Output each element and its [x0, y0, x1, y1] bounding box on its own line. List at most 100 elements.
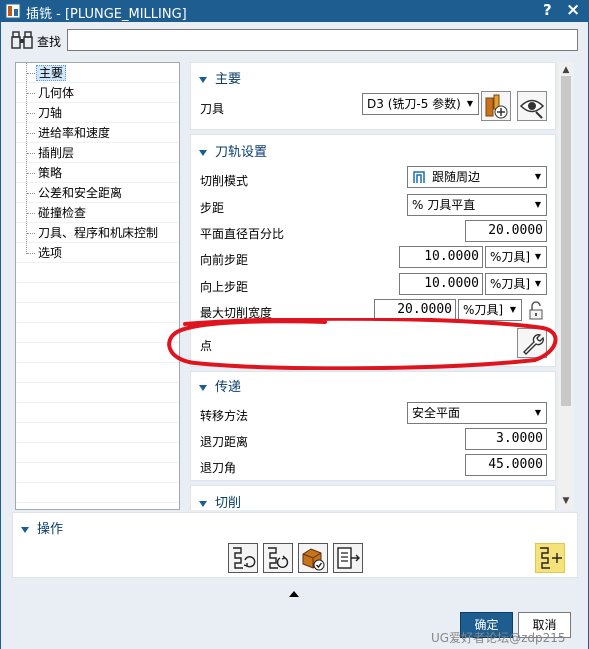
- tree-row[interactable]: 进给率和速度: [16, 123, 179, 143]
- tree-row[interactable]: 公差和安全距离: [16, 183, 179, 203]
- tree-row: [16, 483, 179, 503]
- scroll-up-icon[interactable]: ▲: [561, 65, 571, 75]
- tree-row: [16, 323, 179, 343]
- toolpath-icon: [540, 547, 562, 569]
- dropdown-arrow-icon: ▼: [534, 200, 542, 209]
- tree-row[interactable]: 几何体: [16, 83, 179, 103]
- section-transfer: 传递 转移方法 安全平面 ▼ 退刀距离 3.0000 退刀角 45.0000: [190, 371, 556, 481]
- title-bar[interactable]: 插铣 - [PLUNGE_MILLING] ? ×: [0, 0, 589, 22]
- section-main-title: 主要: [215, 72, 242, 87]
- transfer-method-label: 转移方法: [200, 409, 249, 423]
- tool-select[interactable]: D3 (铣刀-5 参数) ▼: [362, 93, 479, 115]
- retract-angle-input[interactable]: 45.0000: [465, 454, 547, 476]
- list-icon: [337, 547, 360, 569]
- display-tool-button[interactable]: [517, 91, 547, 121]
- section-transfer-header[interactable]: 传递: [199, 376, 241, 395]
- tool-select-value: D3 (铣刀-5 参数): [367, 97, 461, 111]
- tree-item-tool-axis[interactable]: 刀轴: [36, 105, 64, 121]
- collapse-triangle-icon[interactable]: [199, 500, 207, 507]
- tree-item-plunge-levels[interactable]: 插削层: [36, 145, 76, 161]
- up-step-input[interactable]: 10.0000: [399, 273, 483, 295]
- settings-panel[interactable]: 主要 刀具 D3 (铣刀-5 参数) ▼ 刀轨设置 切削模式 跟随周边 ▼ 步距…: [190, 62, 557, 510]
- forward-step-unit-select[interactable]: %刀具] ▼: [485, 246, 547, 268]
- tree-row: [16, 263, 179, 283]
- forward-step-unit: %刀具]: [490, 250, 531, 264]
- section-toolpath-header[interactable]: 刀轨设置: [199, 141, 267, 160]
- stepover-select[interactable]: % 刀具平直 ▼: [407, 194, 547, 216]
- tree-row[interactable]: 策略: [16, 163, 179, 183]
- eye-wrench-icon: [519, 99, 545, 119]
- section-cut-header[interactable]: 切削: [199, 492, 241, 510]
- flat-diameter-input[interactable]: 20.0000: [465, 220, 547, 242]
- generate-icon: [233, 547, 256, 569]
- close-button[interactable]: ×: [566, 0, 580, 20]
- dropdown-arrow-icon: ▼: [534, 279, 542, 288]
- section-operations-header[interactable]: 操作: [21, 518, 63, 537]
- tree-row[interactable]: 碰撞检查: [16, 203, 179, 223]
- tree-row[interactable]: 刀具、程序和机床控制: [16, 223, 179, 243]
- cut-pattern-label: 切削模式: [200, 174, 249, 188]
- lock-icon[interactable]: [527, 301, 545, 321]
- stepover-label: 步距: [200, 201, 225, 215]
- panel-scrollbar[interactable]: ▲ ▼: [558, 62, 574, 510]
- tree-row: [16, 283, 179, 303]
- dropdown-arrow-icon: ▼: [534, 172, 542, 181]
- collapse-triangle-icon[interactable]: [21, 526, 29, 533]
- help-button[interactable]: ?: [543, 1, 552, 19]
- max-cut-width-input[interactable]: 20.0000: [374, 299, 456, 321]
- max-cut-width-label: 最大切削宽度: [200, 306, 273, 320]
- replay-button[interactable]: [263, 543, 293, 573]
- collapse-triangle-icon[interactable]: [199, 384, 207, 391]
- point-label: 点: [200, 339, 213, 353]
- generate-button[interactable]: [228, 543, 258, 573]
- create-tool-button[interactable]: [481, 91, 511, 121]
- section-main-header[interactable]: 主要: [199, 68, 241, 87]
- tree-item-main[interactable]: 主要: [36, 65, 67, 81]
- transfer-method-select[interactable]: 安全平面 ▼: [407, 402, 547, 424]
- stepover-value: % 刀具平直: [412, 198, 476, 212]
- dropdown-arrow-icon: ▼: [534, 252, 542, 261]
- tree-row[interactable]: 插削层: [16, 143, 179, 163]
- watermark: UG爱好者论坛@zdp215: [431, 631, 566, 645]
- verify-icon: [302, 548, 325, 571]
- forward-step-input[interactable]: 10.0000: [399, 246, 483, 268]
- tree-row[interactable]: 主要: [16, 63, 179, 83]
- tree-row[interactable]: 刀轴: [16, 103, 179, 123]
- section-cut-title: 切削: [215, 496, 242, 510]
- window-title: 插铣 - [PLUNGE_MILLING]: [26, 7, 187, 22]
- cut-pattern-select[interactable]: 跟随周边 ▼: [407, 166, 547, 188]
- tree-item-tolerances[interactable]: 公差和安全距离: [36, 185, 124, 201]
- max-cut-width-unit-select[interactable]: %刀具] ▼: [458, 299, 522, 321]
- tree-row: [16, 443, 179, 463]
- flat-diameter-label: 平面直径百分比: [200, 227, 285, 241]
- dropdown-arrow-icon: ▼: [466, 99, 474, 108]
- scrollbar-thumb[interactable]: [561, 76, 571, 406]
- tree-item-geometry[interactable]: 几何体: [36, 85, 76, 101]
- tree-item-feeds-speeds[interactable]: 进给率和速度: [36, 125, 112, 141]
- tree-row: [16, 343, 179, 363]
- dropdown-arrow-icon: ▼: [534, 408, 542, 417]
- tree-row[interactable]: 选项: [16, 243, 179, 263]
- list-button[interactable]: [333, 543, 363, 573]
- search-input[interactable]: [67, 29, 578, 51]
- up-step-unit-select[interactable]: %刀具] ▼: [485, 273, 547, 295]
- retract-distance-input[interactable]: 3.0000: [465, 428, 547, 450]
- point-settings-button[interactable]: [517, 328, 547, 358]
- expand-arrow-icon[interactable]: [289, 591, 299, 597]
- search-label: 查找: [37, 35, 62, 49]
- collapse-triangle-icon[interactable]: [199, 76, 207, 83]
- transfer-method-value: 安全平面: [412, 406, 461, 420]
- tree-item-options[interactable]: 选项: [36, 245, 64, 261]
- retract-angle-label: 退刀角: [200, 461, 237, 475]
- navigation-tree[interactable]: 主要 几何体 刀轴 进给率和速度 插削层 策略 公差和安全距离 碰撞检查 刀具、…: [15, 62, 180, 510]
- tree-item-collision-check[interactable]: 碰撞检查: [36, 205, 88, 221]
- tool-label: 刀具: [200, 102, 225, 116]
- tree-row: [16, 403, 179, 423]
- show-toolpath-button[interactable]: [535, 543, 565, 573]
- tree-item-strategy[interactable]: 策略: [36, 165, 64, 181]
- scroll-down-icon[interactable]: ▼: [561, 496, 571, 506]
- section-cut: 切削: [190, 485, 556, 510]
- verify-button[interactable]: [298, 543, 328, 573]
- collapse-triangle-icon[interactable]: [199, 149, 207, 156]
- tree-item-tool-program-machine[interactable]: 刀具、程序和机床控制: [36, 225, 160, 241]
